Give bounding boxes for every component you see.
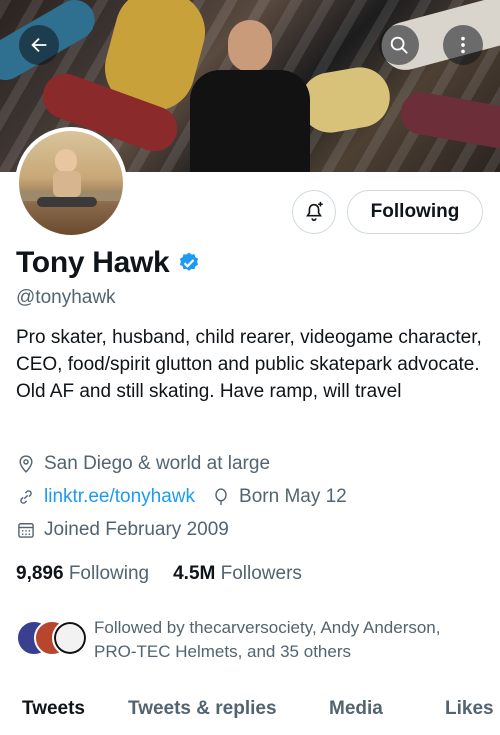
bell-plus-icon [306,201,323,222]
profile-avatar[interactable] [15,127,127,239]
back-button[interactable] [19,25,59,65]
followed-by-text: Followed by thecarversociety, Andy Ander… [94,618,441,661]
notifications-button[interactable] [292,190,336,234]
profile-website-link[interactable]: linktr.ee/tonyhawk [44,486,195,508]
location-row: San Diego & world at large [16,453,270,475]
followers-count: 4.5M [173,563,216,584]
followers-label: Followers [220,563,302,584]
profile-joined-date: Joined February 2009 [44,519,229,540]
profile-birthday: Born May 12 [239,486,347,507]
calendar-icon [18,523,34,538]
following-count: 9,896 [16,563,64,584]
arrow-left-icon [31,37,47,53]
more-options-button[interactable] [443,25,483,65]
followers-stat[interactable]: 4.5M Followers [173,563,302,585]
profile-location: San Diego & world at large [44,453,271,474]
followed-by-avatars [16,616,88,656]
banner-skateboard [397,89,500,153]
tab-media[interactable]: Media [329,698,383,720]
profile-name-row: Tony Hawk [16,246,201,280]
balloon-icon [215,488,227,505]
joined-row: Joined February 2009 [16,519,229,541]
following-button[interactable]: Following [347,190,483,234]
search-icon [390,36,408,54]
link-icon [20,490,32,504]
location-pin-icon [19,455,33,473]
profile-bio: Pro skater, husband, child rearer, video… [16,327,482,402]
avatar-image [19,131,123,235]
banner-skateboard [295,62,395,138]
profile-name: Tony Hawk [16,246,170,279]
profile-tabs: Tweets Tweets & replies Media Likes [0,690,500,735]
search-button[interactable] [379,25,419,65]
tab-likes[interactable]: Likes [445,698,494,720]
more-vertical-icon [461,36,465,54]
banner-person [190,20,310,172]
tab-tweets[interactable]: Tweets [22,698,85,720]
followed-by-section[interactable]: Followed by thecarversociety, Andy Ander… [16,616,480,664]
verified-badge-icon [180,252,199,271]
following-stat[interactable]: 9,896 Following [16,563,149,585]
follow-stats: 9,896 Following 4.5M Followers [16,563,302,585]
profile-handle: @tonyhawk [16,287,116,308]
website-birthday-row: linktr.ee/tonyhawk Born May 12 [16,486,347,508]
avatar [52,620,88,656]
following-label: Following [68,563,150,584]
tab-tweets-and-replies[interactable]: Tweets & replies [128,698,277,720]
